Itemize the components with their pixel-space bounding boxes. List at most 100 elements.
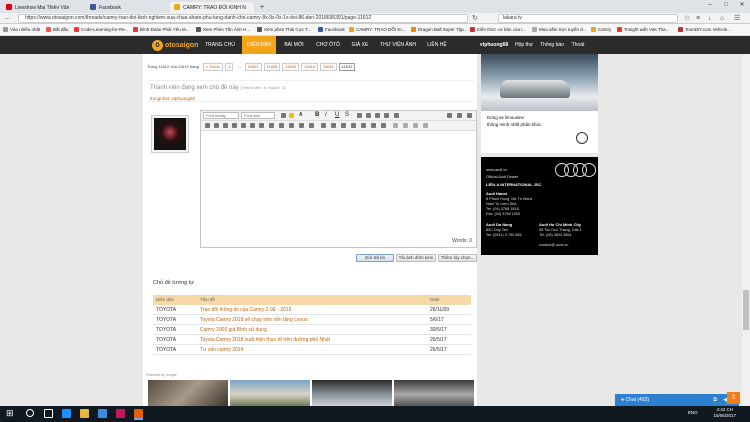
site-logo[interactable]: ö otosaigon bbox=[152, 39, 198, 51]
scroll-top-button[interactable]: ⇧ bbox=[727, 392, 740, 404]
minimize-icon[interactable]: – bbox=[702, 0, 718, 11]
smiley-icon[interactable] bbox=[331, 123, 336, 128]
row-forum[interactable]: TOYOTA bbox=[156, 315, 176, 325]
bookmark-item[interactable]: Code-Learning-for-Re... bbox=[74, 27, 129, 32]
link-icon[interactable] bbox=[299, 123, 304, 128]
upload-icon[interactable] bbox=[381, 123, 386, 128]
quote-icon[interactable] bbox=[351, 123, 356, 128]
code-icon[interactable] bbox=[447, 113, 452, 118]
ad-thumbnail[interactable] bbox=[312, 380, 392, 406]
fullscreen-icon[interactable] bbox=[457, 113, 462, 118]
back-icon[interactable]: ← bbox=[4, 14, 11, 23]
hr-icon[interactable] bbox=[289, 123, 294, 128]
row-forum[interactable]: TOYOTA bbox=[156, 335, 176, 345]
task-view-icon[interactable] bbox=[44, 409, 53, 418]
close-icon[interactable]: ✕ bbox=[734, 0, 750, 11]
row-forum[interactable]: TOYOTA bbox=[156, 345, 176, 355]
prev-page-link[interactable]: « Trước bbox=[202, 63, 224, 71]
bookmark-item[interactable]: Vào nhiều nhất bbox=[3, 27, 40, 32]
blockquote-icon[interactable] bbox=[241, 123, 246, 128]
table-icon[interactable] bbox=[269, 123, 274, 128]
ad-thumbnail[interactable] bbox=[148, 380, 228, 406]
nav-contact[interactable]: LIÊN HỆ bbox=[422, 36, 452, 54]
star-icon[interactable]: ☆ bbox=[684, 14, 690, 23]
bookmark-item[interactable]: Dragon Ball Super Tập... bbox=[411, 27, 467, 32]
outdent-icon[interactable] bbox=[223, 123, 228, 128]
bookmark-item[interactable]: Tonight with Viet Tha... bbox=[617, 27, 669, 32]
reply-editor[interactable]: Font family Font size A B I U S Words: 0 bbox=[200, 110, 477, 248]
store-icon[interactable] bbox=[98, 409, 107, 418]
bold-icon[interactable]: B bbox=[315, 112, 320, 118]
row-title-link[interactable]: Trao đổi thông tin của Camry 2.0E - 2016 bbox=[200, 307, 292, 313]
chat-widget[interactable]: ● Chat (493) ⧉ ◀ bbox=[615, 394, 739, 406]
underline-icon[interactable]: U bbox=[335, 112, 340, 118]
url-input[interactable]: https://www.otosaigon.com/threads/camry-… bbox=[18, 14, 468, 23]
underline-color-icon[interactable]: A bbox=[299, 113, 304, 118]
spoiler-icon[interactable] bbox=[361, 123, 366, 128]
row-forum[interactable]: TOYOTA bbox=[156, 325, 176, 335]
bookmark-item[interactable]: ToonDIY.com Vehicle... bbox=[678, 27, 731, 32]
page-link[interactable]: 1 bbox=[225, 63, 234, 71]
language-indicator[interactable]: ENG bbox=[688, 410, 698, 415]
undo-icon[interactable] bbox=[393, 123, 398, 128]
bookmark-item[interactable]: Facebook bbox=[318, 27, 345, 32]
align-right-icon[interactable] bbox=[375, 113, 380, 118]
bookmark-list-icon[interactable]: ≡ bbox=[696, 14, 700, 23]
edge-icon[interactable] bbox=[62, 409, 71, 418]
reply-button[interactable]: Gửi trả lời bbox=[356, 254, 394, 262]
search-icon[interactable] bbox=[26, 409, 34, 417]
font-family-select[interactable]: Font family bbox=[203, 112, 239, 119]
tab-camry[interactable]: CAMRY: TRAO ĐỔI KINH N bbox=[170, 2, 254, 13]
row-title-link[interactable]: Camry 2000 giá Bình sử dụng bbox=[200, 327, 267, 333]
nav-car-market[interactable]: CHỢ ÔTÔ bbox=[312, 36, 344, 54]
justify-icon[interactable] bbox=[384, 113, 389, 118]
inbox-link[interactable]: Hộp thư bbox=[512, 36, 536, 54]
page-link[interactable]: 11610 bbox=[301, 63, 319, 71]
indent-icon[interactable] bbox=[232, 123, 237, 128]
audi-ad[interactable]: www.audi.vn Official Audi Dealer LIÊN-A … bbox=[481, 157, 598, 255]
subscript-icon[interactable] bbox=[250, 123, 255, 128]
app-icon[interactable] bbox=[116, 409, 125, 418]
tab-facebook[interactable]: Facebook bbox=[86, 2, 168, 13]
list-icon[interactable] bbox=[394, 113, 399, 118]
home-icon[interactable]: ⌂ bbox=[720, 14, 724, 23]
bookmark-item[interactable]: Camry bbox=[591, 27, 611, 32]
font-size-select[interactable]: Font size bbox=[241, 112, 275, 119]
nav-forum[interactable]: DIỄN ĐÀN bbox=[242, 36, 276, 54]
nav-new-posts[interactable]: BÀI MỚI bbox=[278, 36, 310, 54]
image-icon[interactable] bbox=[321, 123, 326, 128]
media-icon[interactable] bbox=[341, 123, 346, 128]
draft-icon[interactable] bbox=[423, 123, 428, 128]
numbered-list-icon[interactable] bbox=[214, 123, 219, 128]
row-title-link[interactable]: Toyota Camry 2018 sẽ chạy trên nền tảng … bbox=[200, 317, 308, 323]
align-left-icon[interactable] bbox=[357, 113, 362, 118]
bullet-list-icon[interactable] bbox=[205, 123, 210, 128]
avatar[interactable] bbox=[151, 115, 189, 153]
logout-link[interactable]: Thoát bbox=[568, 36, 588, 54]
page-link[interactable]: 11608 bbox=[263, 63, 281, 71]
user-link[interactable]: vtphuong68 bbox=[476, 36, 512, 54]
gallery-icon[interactable] bbox=[371, 123, 376, 128]
page-link[interactable]: 11609 bbox=[282, 63, 300, 71]
scrollbar-thumb[interactable] bbox=[743, 290, 749, 330]
expand-icon[interactable] bbox=[467, 113, 472, 118]
bookmark-item[interactable]: Xem Phim Tần Ánh H... bbox=[196, 27, 250, 32]
superscript-icon[interactable] bbox=[259, 123, 264, 128]
page-link[interactable]: 11611 bbox=[320, 63, 337, 71]
redo-icon[interactable] bbox=[403, 123, 408, 128]
strikethrough-icon[interactable]: S bbox=[345, 112, 350, 118]
bookmark-item[interactable]: CAMRY: TRAO ĐỔI KI... bbox=[349, 27, 405, 32]
bookmark-item[interactable]: Mua sắm trực tuyến d... bbox=[532, 27, 587, 32]
new-tab-button[interactable]: + bbox=[256, 2, 268, 13]
row-title-link[interactable]: Toyota Camry 2018 xuất hiện thực tế trên… bbox=[200, 337, 330, 343]
file-explorer-icon[interactable] bbox=[80, 409, 89, 418]
more-options-button[interactable]: Thêm tùy chọn... bbox=[438, 254, 477, 262]
paste-icon[interactable] bbox=[413, 123, 418, 128]
nav-photo-library[interactable]: THƯ VIỆN ẢNH bbox=[376, 36, 420, 54]
ad-thumbnail[interactable] bbox=[230, 380, 310, 406]
clear-format-icon[interactable] bbox=[279, 123, 284, 128]
maximize-icon[interactable]: □ bbox=[718, 0, 734, 11]
download-icon[interactable]: ↓ bbox=[708, 14, 712, 23]
italic-icon[interactable]: I bbox=[325, 112, 330, 118]
page-link[interactable]: 11607 bbox=[244, 63, 262, 71]
